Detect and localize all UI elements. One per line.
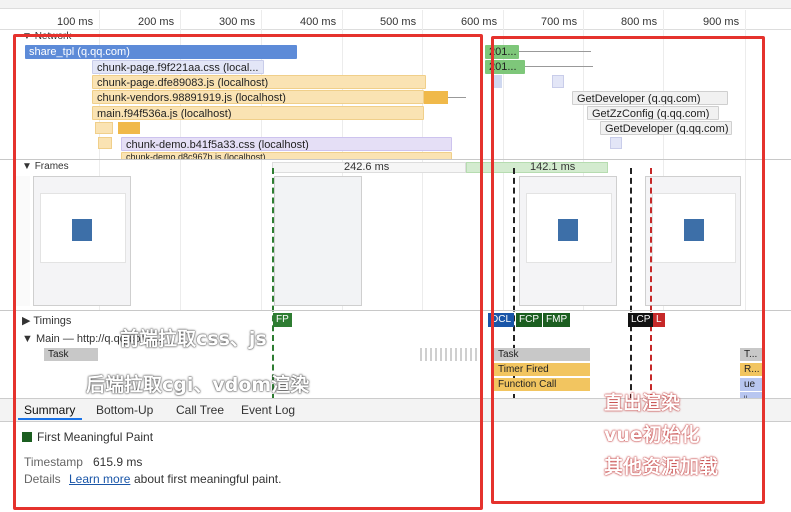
annotation-box-left — [13, 34, 483, 510]
annotation-right-line3: 其他资源加载 — [604, 456, 719, 478]
ruler-tick: 100 ms — [57, 16, 94, 28]
ruler-tick: 300 ms — [219, 16, 256, 28]
annotation-right-line2: vue初始化 — [604, 424, 700, 446]
annotation-left-line1: 前端拉取css、js — [120, 328, 267, 350]
ruler-tick: 400 ms — [300, 16, 337, 28]
ruler-tick: 200 ms — [138, 16, 175, 28]
ruler-tick: 800 ms — [621, 16, 658, 28]
ruler-tick: 500 ms — [380, 16, 417, 28]
ruler-tick: 600 ms — [461, 16, 498, 28]
annotation-right-line1: 直出渲染 — [604, 392, 681, 414]
annotation-left-line2: 后端拉取cgi、vdom渲染 — [86, 374, 310, 396]
timeline-overview-strip[interactable] — [0, 0, 791, 9]
ruler-tick: 900 ms — [703, 16, 740, 28]
ruler-tick: 700 ms — [541, 16, 578, 28]
